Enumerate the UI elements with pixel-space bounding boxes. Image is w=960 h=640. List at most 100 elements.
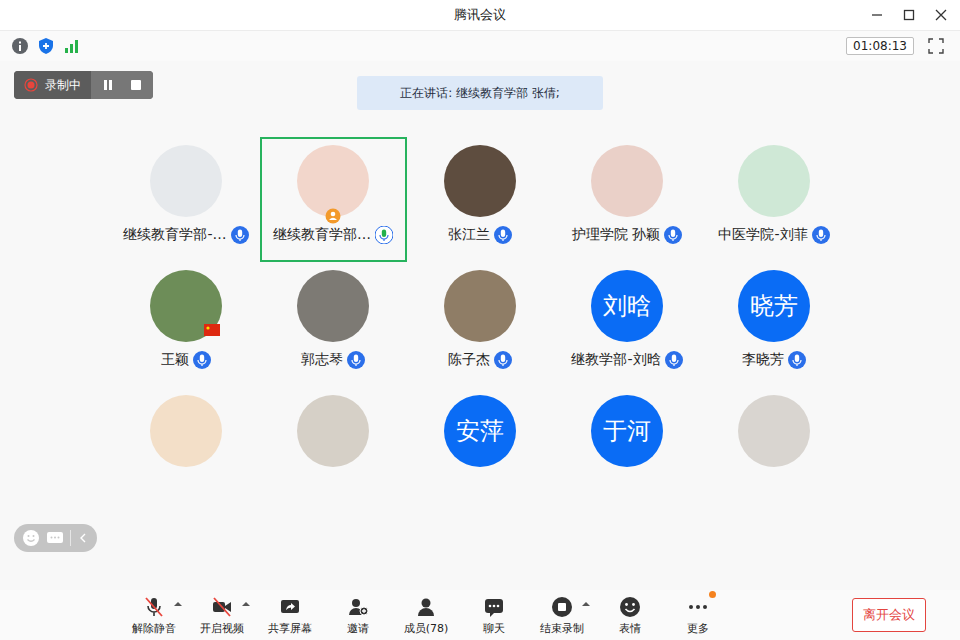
microphone-icon xyxy=(812,226,830,244)
share-screen-icon xyxy=(278,595,302,619)
toolbar-label: 结束录制 xyxy=(540,621,584,636)
avatar-photo xyxy=(150,395,222,467)
title-bar: 腾讯会议 xyxy=(0,0,960,31)
participant-tile[interactable]: 安萍 xyxy=(407,387,554,512)
participant-tile[interactable]: 晓芳李晓芳 xyxy=(701,262,848,387)
avatar-photo xyxy=(297,270,369,342)
info-icon[interactable] xyxy=(11,37,29,55)
avatar-photo xyxy=(444,270,516,342)
members-icon xyxy=(414,595,438,619)
participant-name: 继续教育学部… xyxy=(273,226,371,244)
participant-name: 郭志琴 xyxy=(301,351,343,369)
microphone-icon xyxy=(193,351,211,369)
toolbar-button[interactable]: 更多 xyxy=(664,595,732,636)
emoji-icon[interactable] xyxy=(22,529,40,547)
toolbar-label: 表情 xyxy=(619,621,641,636)
toolbar-label: 聊天 xyxy=(483,621,505,636)
toolbar-button[interactable]: 成员(78) xyxy=(392,595,460,636)
participant-grid: 继续教育学部-… 继续教育学部… 张江兰 护理学院 孙颖 中医学院-刘菲王颖郭志琴 陈子杰… xyxy=(0,137,960,512)
recording-indicator: 录制中 xyxy=(14,71,153,99)
host-badge-icon xyxy=(325,208,341,224)
participant-tile[interactable]: 王颖 xyxy=(113,262,260,387)
avatar-photo xyxy=(738,395,810,467)
flag-badge-icon xyxy=(204,324,220,336)
participant-tile[interactable]: 护理学院 孙颖 xyxy=(554,137,701,262)
avatar-photo xyxy=(591,145,663,217)
collapse-icon[interactable] xyxy=(77,529,89,547)
toolbar-label: 邀请 xyxy=(347,621,369,636)
microphone-icon xyxy=(664,226,682,244)
toolbar-button[interactable]: 表情 xyxy=(596,595,664,636)
minimize-icon[interactable] xyxy=(870,8,884,22)
close-icon[interactable] xyxy=(934,8,948,22)
participant-tile[interactable]: 继续教育学部-… xyxy=(113,137,260,262)
participant-tile[interactable]: 陈子杰 xyxy=(407,262,554,387)
fullscreen-icon[interactable] xyxy=(928,38,944,54)
avatar-photo xyxy=(738,145,810,217)
microphone-icon xyxy=(142,595,166,619)
more-icon xyxy=(686,595,710,619)
record-dot-icon xyxy=(24,78,38,92)
toolbar-button[interactable]: 解除静音 xyxy=(120,595,188,636)
toolbar-button[interactable]: 结束录制 xyxy=(528,595,596,636)
notification-dot xyxy=(709,591,716,598)
meeting-timer: 01:08:13 xyxy=(846,37,914,55)
speaking-banner: 正在讲话: 继续教育学部 张倩; xyxy=(357,76,603,110)
participant-tile[interactable] xyxy=(701,387,848,512)
participant-name: 中医学院-刘菲 xyxy=(718,226,807,244)
video-icon xyxy=(210,595,234,619)
participant-name: 护理学院 孙颖 xyxy=(572,226,660,244)
participant-tile[interactable]: 继续教育学部… xyxy=(260,137,407,262)
dropdown-caret-icon[interactable] xyxy=(174,601,182,607)
participant-tile[interactable]: 于河 xyxy=(554,387,701,512)
participant-tile[interactable]: 中医学院-刘菲 xyxy=(701,137,848,262)
toolbar-button[interactable]: 开启视频 xyxy=(188,595,256,636)
participant-name: 继续教育学部-… xyxy=(123,226,226,244)
avatar-initials: 于河 xyxy=(591,395,663,467)
toolbar-label: 共享屏幕 xyxy=(268,621,312,636)
reaction-chat-pill xyxy=(14,524,97,552)
avatar-initials: 晓芳 xyxy=(738,270,810,342)
dropdown-caret-icon[interactable] xyxy=(582,601,590,607)
info-bar: 01:08:13 xyxy=(0,31,960,61)
avatar-photo xyxy=(444,145,516,217)
toolbar-label: 更多 xyxy=(687,621,709,636)
participant-tile[interactable] xyxy=(113,387,260,512)
maximize-icon[interactable] xyxy=(902,8,916,22)
microphone-icon xyxy=(375,226,393,244)
participant-name: 李晓芳 xyxy=(742,351,784,369)
stop-icon[interactable] xyxy=(129,78,143,92)
emoji-icon xyxy=(618,595,642,619)
chat-icon[interactable] xyxy=(46,529,64,547)
microphone-icon xyxy=(665,351,683,369)
participant-name: 张江兰 xyxy=(448,226,490,244)
avatar-photo xyxy=(297,395,369,467)
avatar-initials: 刘晗 xyxy=(591,270,663,342)
signal-icon[interactable] xyxy=(63,37,81,55)
microphone-icon xyxy=(494,351,512,369)
toolbar-label: 开启视频 xyxy=(200,621,244,636)
recording-label: 录制中 xyxy=(45,77,81,94)
chat-icon xyxy=(482,595,506,619)
microphone-icon xyxy=(347,351,365,369)
participant-tile[interactable]: 张江兰 xyxy=(407,137,554,262)
participant-tile[interactable] xyxy=(260,387,407,512)
pause-icon[interactable] xyxy=(101,78,115,92)
avatar-photo xyxy=(150,145,222,217)
avatar-initials: 安萍 xyxy=(444,395,516,467)
toolbar-button[interactable]: 邀请 xyxy=(324,595,392,636)
participant-tile[interactable]: 刘晗继教学部-刘晗 xyxy=(554,262,701,387)
avatar-photo xyxy=(297,145,369,217)
participant-tile[interactable]: 郭志琴 xyxy=(260,262,407,387)
microphone-icon xyxy=(494,226,512,244)
participant-name: 陈子杰 xyxy=(448,351,490,369)
toolbar-label: 解除静音 xyxy=(132,621,176,636)
video-area: 录制中 正在讲话: 继续教育学部 张倩; 继续教育学部-… 继续教育学部… 张江兰 护理学… xyxy=(0,61,960,590)
window-title: 腾讯会议 xyxy=(454,6,506,24)
toolbar-button[interactable]: 共享屏幕 xyxy=(256,595,324,636)
leave-meeting-button[interactable]: 离开会议 xyxy=(852,598,926,632)
shield-icon[interactable] xyxy=(37,37,55,55)
toolbar-button[interactable]: 聊天 xyxy=(460,595,528,636)
toolbar-label: 成员(78) xyxy=(404,621,449,636)
dropdown-caret-icon[interactable] xyxy=(242,601,250,607)
